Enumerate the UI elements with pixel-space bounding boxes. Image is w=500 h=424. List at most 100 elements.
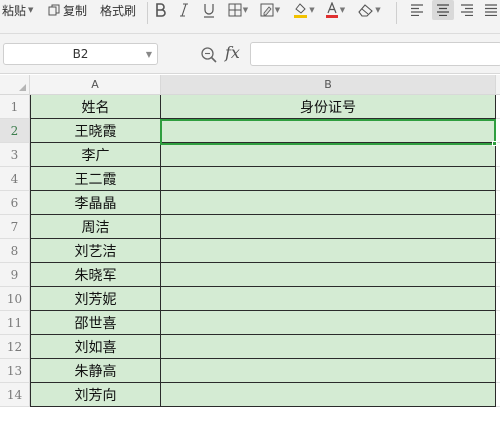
column-header-b[interactable]: B [161, 75, 496, 95]
cell-name[interactable]: 姓名 [30, 95, 161, 119]
cell-empty[interactable] [496, 263, 500, 287]
cell-empty[interactable] [496, 95, 500, 119]
cell-empty[interactable] [496, 335, 500, 359]
cell-empty[interactable] [496, 191, 500, 215]
cell-id-number[interactable] [161, 119, 496, 143]
chevron-down-icon: ▼ [242, 6, 249, 14]
cell-name[interactable]: 刘芳向 [30, 383, 161, 407]
cell-name[interactable]: 王晓霞 [30, 119, 161, 143]
align-center-icon [437, 4, 449, 16]
cell-id-number[interactable] [161, 167, 496, 191]
cell-empty[interactable] [496, 311, 500, 335]
cell-name[interactable]: 朱静高 [30, 359, 161, 383]
divider [147, 2, 148, 24]
formula-input[interactable] [250, 42, 500, 66]
cell-name[interactable]: 刘芳妮 [30, 287, 161, 311]
format-painter-button[interactable]: 格式刷 [100, 0, 136, 20]
row-header[interactable]: 8 [0, 239, 30, 263]
row-header[interactable]: 4 [0, 167, 30, 191]
chevron-down-icon: ▼ [339, 6, 346, 14]
cell-id-number[interactable]: 身份证号 [161, 95, 496, 119]
clear-button[interactable]: ▼ [355, 0, 383, 20]
copy-label: 复制 [63, 3, 88, 18]
border-button[interactable]: ▼ [226, 0, 250, 20]
paste-button[interactable]: 粘贴 ▼ [2, 0, 33, 20]
chevron-down-icon: ▼ [274, 6, 281, 14]
row-header[interactable]: 10 [0, 287, 30, 311]
name-box[interactable]: B2 ▼ [3, 43, 158, 65]
cell-empty[interactable] [496, 215, 500, 239]
fill-handle[interactable] [492, 141, 497, 146]
underline-icon [204, 3, 214, 18]
chevron-down-icon: ▼ [28, 6, 34, 14]
row-header[interactable]: 3 [0, 143, 30, 167]
align-left-button[interactable] [408, 0, 426, 20]
cell-name[interactable]: 周洁 [30, 215, 161, 239]
justify-button[interactable] [482, 0, 500, 20]
select-all-triangle-icon [19, 84, 26, 91]
row-header[interactable]: 1 [0, 95, 30, 119]
align-right-button[interactable] [458, 0, 476, 20]
bold-button[interactable] [153, 0, 167, 20]
cell-empty[interactable] [496, 287, 500, 311]
cell-id-number[interactable] [161, 383, 496, 407]
cell-style-button[interactable]: ▼ [258, 0, 282, 20]
cell-id-number[interactable] [161, 143, 496, 167]
row-header[interactable]: 9 [0, 263, 30, 287]
cell-name[interactable]: 李广 [30, 143, 161, 167]
font-color-icon [325, 2, 338, 18]
column-header-c[interactable] [496, 75, 500, 95]
align-right-icon [461, 4, 473, 16]
fill-color-button[interactable]: ▼ [292, 0, 316, 20]
cell-id-number[interactable] [161, 239, 496, 263]
cell-empty[interactable] [496, 167, 500, 191]
fx-icon[interactable]: fx [225, 43, 240, 62]
copy-icon [48, 4, 60, 16]
cell-empty[interactable] [496, 143, 500, 167]
paste-label: 粘贴 [2, 3, 27, 18]
underline-button[interactable] [202, 0, 216, 20]
row-header[interactable]: 12 [0, 335, 30, 359]
justify-icon [485, 4, 497, 16]
cell-id-number[interactable] [161, 287, 496, 311]
cell-id-number[interactable] [161, 191, 496, 215]
cell-empty[interactable] [496, 239, 500, 263]
cell-id-number[interactable] [161, 359, 496, 383]
format-painter-label: 格式刷 [100, 3, 137, 18]
row-header[interactable]: 14 [0, 383, 30, 407]
cell-id-number[interactable] [161, 263, 496, 287]
fill-color-icon [294, 3, 308, 18]
cell-name[interactable]: 王二霞 [30, 167, 161, 191]
cell-name[interactable]: 朱晓军 [30, 263, 161, 287]
cell-name[interactable]: 李晶晶 [30, 191, 161, 215]
cell-empty[interactable] [496, 119, 500, 143]
ribbon-toolbar: 粘贴 ▼ 复制 格式刷 ▼ ▼ ▼ ▼ ▼ [0, 0, 500, 34]
cell-id-number[interactable] [161, 335, 496, 359]
spreadsheet-grid: A B 1 姓名 身份证号 2 王晓霞 3 李广 4 王二霞 6 李晶晶 7 周洁 8 刘艺洁 9 朱晓军 10 刘… [0, 75, 500, 424]
column-header-a[interactable]: A [30, 75, 161, 95]
italic-icon [180, 3, 188, 17]
row-header[interactable]: 6 [0, 191, 30, 215]
cell-id-number[interactable] [161, 311, 496, 335]
cell-id-number[interactable] [161, 215, 496, 239]
zoom-icon[interactable] [200, 46, 218, 64]
cell-empty[interactable] [496, 383, 500, 407]
copy-button[interactable]: 复制 [48, 0, 87, 20]
row-header[interactable]: 13 [0, 359, 30, 383]
row-header[interactable]: 11 [0, 311, 30, 335]
name-box-value: B2 [72, 47, 89, 61]
cell-name[interactable]: 刘如喜 [30, 335, 161, 359]
cell-style-icon [260, 3, 274, 17]
font-color-button[interactable]: ▼ [323, 0, 347, 20]
chevron-down-icon: ▼ [309, 6, 315, 14]
align-center-button[interactable] [432, 0, 454, 20]
border-icon [228, 3, 242, 17]
row-header[interactable]: 7 [0, 215, 30, 239]
divider [396, 2, 397, 24]
cell-name[interactable]: 刘艺洁 [30, 239, 161, 263]
cell-name[interactable]: 邵世喜 [30, 311, 161, 335]
row-header[interactable]: 2 [0, 119, 30, 143]
italic-button[interactable] [178, 0, 190, 20]
select-all-corner[interactable] [0, 75, 30, 95]
cell-empty[interactable] [496, 359, 500, 383]
